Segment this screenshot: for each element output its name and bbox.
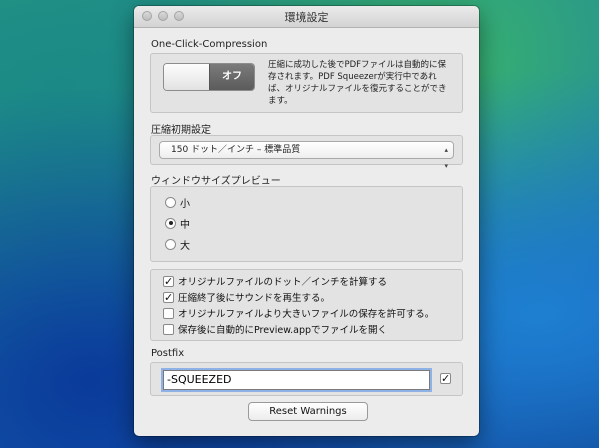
postfix-enable-checkbox[interactable]: ✓ bbox=[440, 373, 451, 384]
postfix-section-label: Postfix bbox=[151, 348, 185, 359]
preview-section-label: ウィンドウサイズプレビュー bbox=[151, 176, 281, 187]
reset-warnings-button[interactable]: Reset Warnings bbox=[248, 402, 368, 421]
quality-popup-value: 150 ドット／インチ – 標準品質 bbox=[171, 145, 301, 155]
preview-box: 小 中 大 bbox=[150, 186, 463, 262]
check-allow-larger[interactable] bbox=[163, 307, 174, 319]
option-open-preview[interactable]: 保存後に自動的にPreview.appでファイルを開く bbox=[163, 322, 387, 336]
radio-medium-indicator[interactable] bbox=[165, 217, 176, 229]
radio-small[interactable]: 小 bbox=[165, 195, 190, 210]
initial-section-label: 圧縮初期設定 bbox=[151, 125, 211, 136]
postfix-input[interactable]: -SQUEEZED bbox=[163, 370, 430, 390]
option-calc-dpi[interactable]: ✓ オリジナルファイルのドット／インチを計算する bbox=[163, 274, 387, 288]
radio-small-indicator[interactable] bbox=[165, 196, 176, 208]
compression-toggle[interactable]: オフ bbox=[163, 63, 255, 91]
radio-medium[interactable]: 中 bbox=[165, 216, 190, 231]
radio-large-indicator[interactable] bbox=[165, 238, 176, 250]
radio-small-label: 小 bbox=[180, 198, 190, 210]
option-allow-larger[interactable]: オリジナルファイルより大きいファイルの保存を許可する。 bbox=[163, 306, 434, 320]
toggle-off-label: オフ bbox=[209, 64, 254, 90]
compression-section-label: One-Click-Compression bbox=[151, 39, 268, 50]
option-play-sound-label: 圧縮終了後にサウンドを再生する。 bbox=[178, 293, 331, 304]
check-calc-dpi[interactable]: ✓ bbox=[163, 275, 174, 287]
option-play-sound[interactable]: ✓ 圧縮終了後にサウンドを再生する。 bbox=[163, 290, 330, 304]
initial-box: 150 ドット／インチ – 標準品質 ▴ ▾ bbox=[150, 135, 463, 170]
options-box: ✓ オリジナルファイルのドット／インチを計算する ✓ 圧縮終了後にサウンドを再生… bbox=[150, 269, 463, 341]
window-title: 環境設定 bbox=[284, 11, 329, 24]
description-line: ば、オリジナルファイルを復元することができ bbox=[268, 84, 447, 94]
title-bar: 環境設定 bbox=[134, 6, 479, 28]
toggle-knob bbox=[164, 64, 209, 90]
radio-medium-label: 中 bbox=[180, 219, 190, 231]
option-open-preview-label: 保存後に自動的にPreview.appでファイルを開く bbox=[178, 325, 388, 336]
option-allow-larger-label: オリジナルファイルより大きいファイルの保存を許可する。 bbox=[178, 309, 435, 320]
preferences-window: 環境設定 One-Click-Compression オフ 圧縮に成功した後でP… bbox=[134, 6, 479, 436]
postfix-box: -SQUEEZED ✓ bbox=[150, 362, 463, 396]
compression-description: 圧縮に成功した後でPDFファイルは自動的に保 存されます。PDF Squeeze… bbox=[268, 59, 458, 107]
description-line: 圧縮に成功した後でPDFファイルは自動的に保 bbox=[268, 60, 447, 70]
description-line: ます。 bbox=[268, 96, 293, 106]
check-open-preview[interactable] bbox=[163, 323, 174, 335]
updown-arrows-icon: ▴ ▾ bbox=[444, 146, 448, 170]
radio-large[interactable]: 大 bbox=[165, 237, 190, 252]
check-play-sound[interactable]: ✓ bbox=[163, 291, 174, 303]
option-calc-dpi-label: オリジナルファイルのドット／インチを計算する bbox=[178, 277, 388, 288]
description-line: 存されます。PDF Squeezerが実行中であれ bbox=[268, 72, 437, 82]
compression-box: オフ 圧縮に成功した後でPDFファイルは自動的に保 存されます。PDF Sque… bbox=[150, 53, 463, 113]
radio-large-label: 大 bbox=[180, 240, 190, 252]
quality-popup[interactable]: 150 ドット／インチ – 標準品質 ▴ ▾ bbox=[159, 141, 454, 170]
